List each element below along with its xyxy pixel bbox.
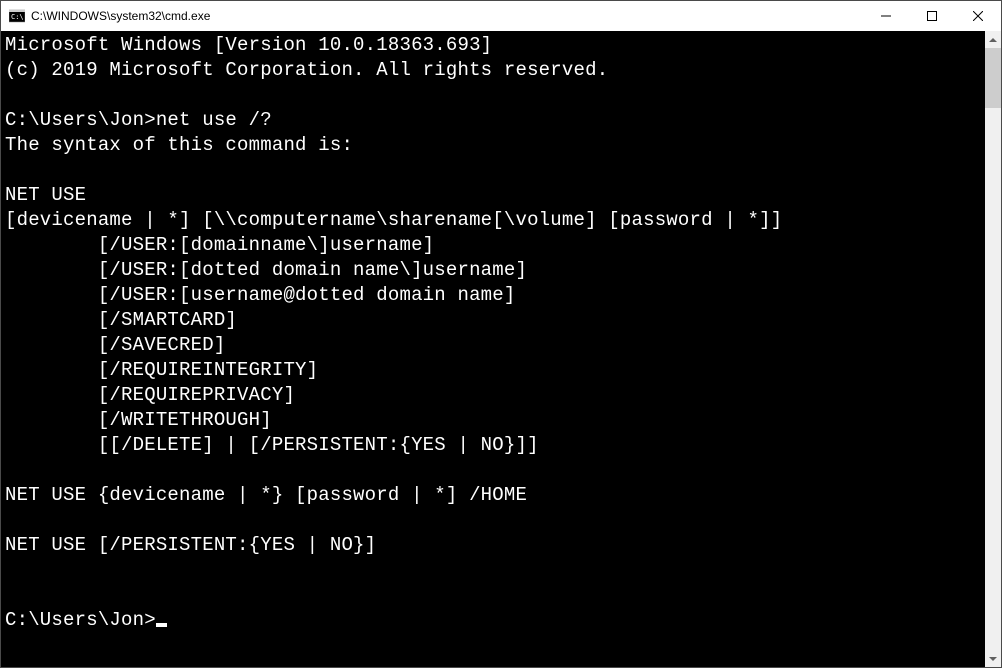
minimize-button[interactable] — [863, 1, 909, 31]
vertical-scrollbar[interactable] — [985, 31, 1001, 667]
console-area: Microsoft Windows [Version 10.0.18363.69… — [1, 31, 1001, 667]
text-cursor — [156, 623, 167, 627]
cmd-icon: C:\ — [9, 8, 25, 24]
svg-text:C:\: C:\ — [11, 13, 24, 21]
scroll-thumb[interactable] — [985, 48, 1001, 108]
console-output[interactable]: Microsoft Windows [Version 10.0.18363.69… — [1, 31, 985, 667]
maximize-button[interactable] — [909, 1, 955, 31]
scroll-down-button[interactable] — [985, 650, 1001, 667]
window-title: C:\WINDOWS\system32\cmd.exe — [31, 9, 863, 23]
titlebar[interactable]: C:\ C:\WINDOWS\system32\cmd.exe — [1, 1, 1001, 31]
window-controls — [863, 1, 1001, 31]
close-button[interactable] — [955, 1, 1001, 31]
cmd-window: C:\ C:\WINDOWS\system32\cmd.exe Microsof… — [0, 0, 1002, 668]
scroll-up-button[interactable] — [985, 31, 1001, 48]
